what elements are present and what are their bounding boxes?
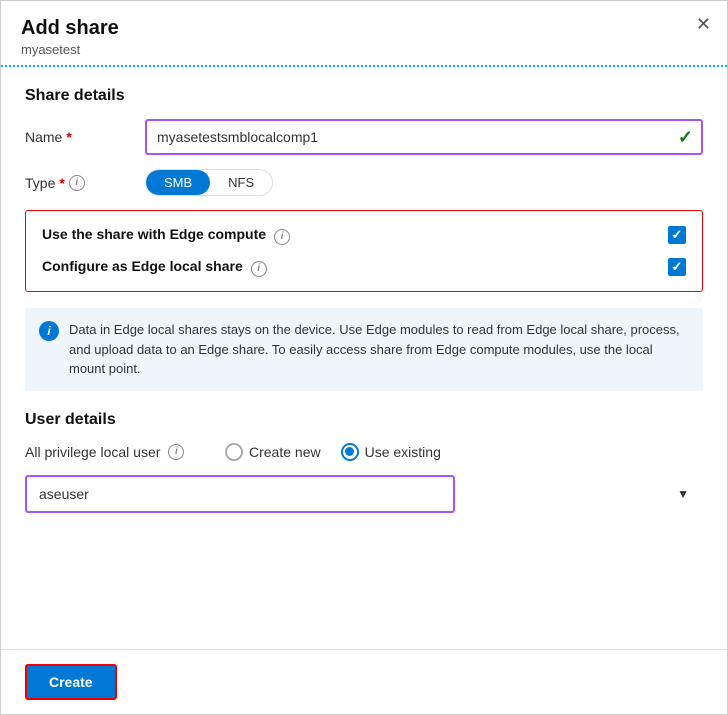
edge-local-info-icon[interactable]: i: [251, 261, 267, 277]
use-existing-radio[interactable]: [341, 443, 359, 461]
edge-local-row: Configure as Edge local share i ✓: [42, 257, 686, 277]
close-button[interactable]: ✕: [696, 15, 711, 33]
type-toggle-group: SMB NFS: [145, 169, 273, 196]
dialog-footer: Create: [1, 649, 727, 714]
required-indicator: *: [66, 129, 71, 145]
info-box-icon: i: [39, 321, 59, 341]
user-details-title: User details: [25, 411, 703, 429]
info-box-text: Data in Edge local shares stays on the d…: [69, 320, 689, 379]
privilege-user-label: All privilege local user i: [25, 444, 225, 460]
radio-dot: [345, 447, 354, 456]
edge-compute-row: Use the share with Edge compute i ✓: [42, 225, 686, 245]
nfs-toggle[interactable]: NFS: [210, 170, 272, 195]
edge-local-checkbox-wrapper: ✓: [668, 258, 686, 276]
use-existing-label: Use existing: [365, 444, 441, 460]
edge-compute-checkbox-wrapper: ✓: [668, 226, 686, 244]
type-row: Type * i SMB NFS: [25, 169, 703, 196]
edge-compute-check-icon: ✓: [672, 227, 683, 243]
share-details-title: Share details: [25, 87, 703, 105]
dialog-title: Add share: [21, 17, 707, 40]
user-select[interactable]: aseuser admin user1: [25, 475, 455, 513]
valid-checkmark: ✓: [678, 127, 693, 148]
radio-group: Create new Use existing: [225, 443, 441, 461]
edge-compute-label: Use the share with Edge compute i: [42, 225, 656, 245]
create-button[interactable]: Create: [25, 664, 117, 700]
edge-local-check-icon: ✓: [672, 259, 683, 275]
edge-compute-info-icon[interactable]: i: [274, 229, 290, 245]
type-label: Type * i: [25, 175, 145, 191]
info-box: i Data in Edge local shares stays on the…: [25, 308, 703, 391]
dialog-header: Add share myasetest ✕: [1, 1, 727, 67]
name-label: Name *: [25, 129, 145, 145]
add-share-dialog: Add share myasetest ✕ Share details Name…: [0, 0, 728, 715]
dialog-subtitle: myasetest: [21, 42, 707, 57]
type-info-icon[interactable]: i: [69, 175, 85, 191]
create-new-option[interactable]: Create new: [225, 443, 321, 461]
select-arrow-icon: ▼: [677, 487, 689, 501]
smb-toggle[interactable]: SMB: [146, 170, 210, 195]
name-input[interactable]: [157, 129, 672, 145]
create-new-label: Create new: [249, 444, 321, 460]
edge-compute-box: Use the share with Edge compute i ✓ Conf…: [25, 210, 703, 292]
privilege-info-icon[interactable]: i: [168, 444, 184, 460]
use-existing-option[interactable]: Use existing: [341, 443, 441, 461]
user-select-wrapper: aseuser admin user1 ▼: [25, 475, 703, 513]
privilege-user-row: All privilege local user i Create new Us…: [25, 443, 703, 461]
create-new-radio[interactable]: [225, 443, 243, 461]
dialog-body: Share details Name * ✓ Type * i SMB NFS: [1, 67, 727, 649]
type-required-indicator: *: [59, 175, 64, 191]
edge-compute-checkbox[interactable]: ✓: [668, 226, 686, 244]
edge-local-label: Configure as Edge local share i: [42, 257, 656, 277]
edge-local-checkbox[interactable]: ✓: [668, 258, 686, 276]
name-row: Name * ✓: [25, 119, 703, 155]
name-input-wrapper[interactable]: ✓: [145, 119, 703, 155]
